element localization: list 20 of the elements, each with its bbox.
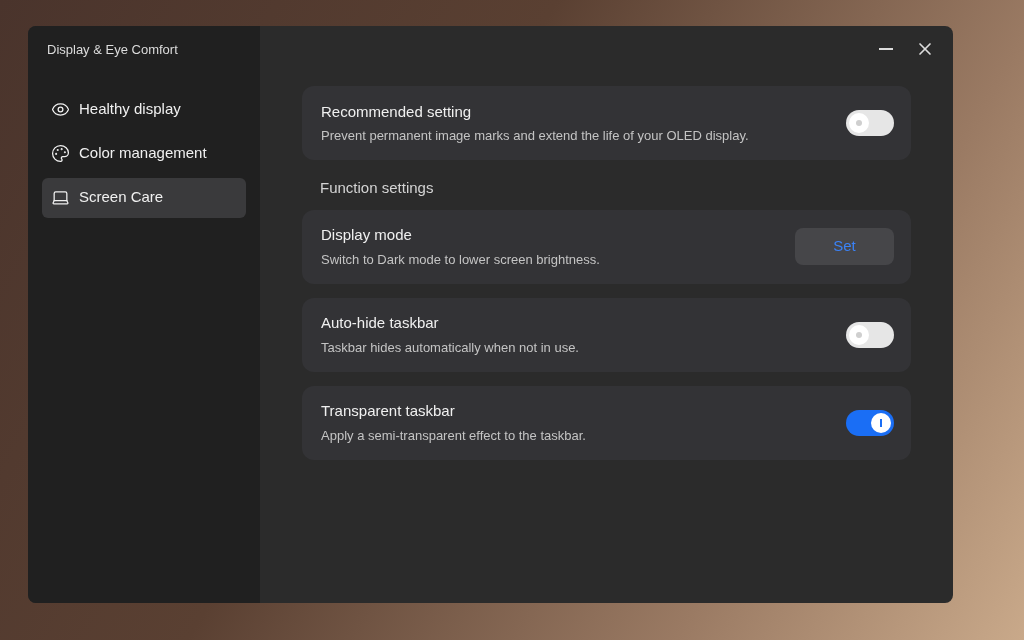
toggle-switch[interactable] [846,321,894,348]
minimize-icon [879,48,893,50]
window-title: Display & Eye Comfort [47,41,179,59]
sidebar-item[interactable]: Healthy display [42,89,246,130]
setting-description: Apply a semi-transparent effect to the taskbar. [321,426,586,445]
setting-description: Prevent permanent image marks and extend the life of your OLED display. [321,127,749,145]
section-title: Function settings [320,178,435,198]
toggle-switch[interactable] [846,409,894,436]
setting-description: Switch to Dark mode to lower screen brightness. [321,250,600,269]
setting-title: Recommended setting [321,101,473,122]
eye-icon [51,100,70,119]
palette-icon [51,144,70,163]
toggle-switch[interactable] [846,110,894,136]
setting-title: Display mode [321,225,413,245]
laptop-icon [51,188,70,207]
setting-title: Auto-hide taskbar [321,313,440,333]
sidebar-item[interactable]: Color management [42,133,246,174]
sidebar-item[interactable]: Screen Care [42,177,246,218]
setting-description: Taskbar hides automatically when not in use. [321,338,579,357]
setting-title: Transparent taskbar [321,401,456,421]
